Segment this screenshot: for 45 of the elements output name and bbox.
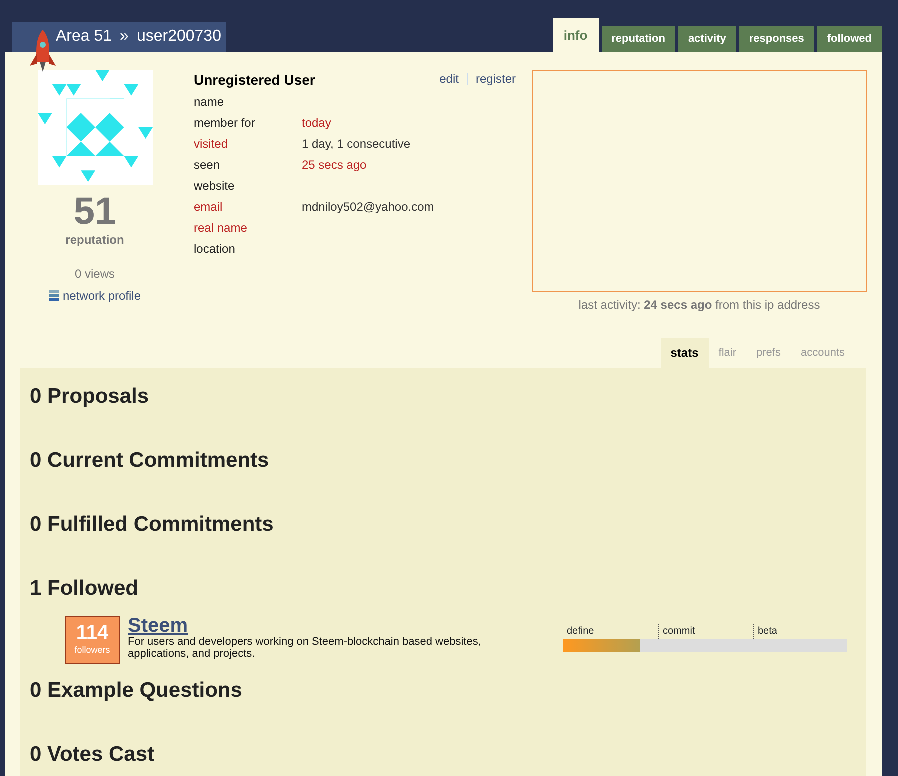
nav-tab[interactable]: info [552, 18, 599, 52]
stack-icon [48, 290, 59, 302]
field-value: today [302, 114, 332, 132]
field-label: name [194, 94, 226, 110]
sub-tab[interactable]: prefs [746, 338, 791, 368]
nav-tab[interactable]: responses [739, 26, 814, 52]
section-heading: 0 Votes Cast [30, 742, 156, 768]
stage-label: define [566, 625, 596, 639]
nav-tab[interactable]: activity [678, 26, 736, 52]
reputation-score: 51 [74, 193, 116, 231]
nav-tab[interactable]: followed [817, 26, 882, 52]
last-activity-text: last activity: 24 secs ago from this ip address [578, 297, 822, 314]
sub-tab[interactable]: flair [708, 338, 746, 368]
avatar-icon [38, 70, 152, 185]
section-heading: 1 Followed [30, 576, 140, 602]
field-label: real name [194, 220, 248, 236]
section-heading: 0 Fulfilled Commitments [30, 512, 275, 538]
sub-tab[interactable]: accounts [790, 338, 855, 368]
rocket-icon [30, 30, 56, 74]
proposal-description: For users and developers working on Steem-blockchain based websites, applications, and projects. [128, 636, 482, 660]
section-heading: 0 Proposals [30, 384, 150, 410]
field-label: visited [194, 136, 230, 152]
action-link[interactable]: edit [440, 70, 459, 88]
section-heading: 0 Current Commitments [30, 448, 270, 474]
views-count: 0 views [74, 266, 115, 283]
action-link[interactable]: register [476, 70, 516, 88]
field-value: mdniloy502@yahoo.com [302, 198, 434, 216]
follower-count-badge: 114 followers [65, 616, 120, 664]
site-link[interactable]: Area 51 [56, 28, 112, 45]
field-label: website [194, 178, 236, 194]
reputation-label: reputation [66, 232, 124, 249]
nav-tab[interactable]: reputation [602, 26, 676, 52]
section-heading: 0 Example Questions [30, 678, 244, 704]
field-value: 1 day, 1 consecutive [302, 136, 411, 152]
network-profile-link[interactable]: network profile [62, 287, 142, 305]
proposal-link[interactable]: Steem [128, 616, 528, 636]
field-label: member for [194, 114, 256, 132]
sub-tab[interactable]: stats [660, 338, 709, 368]
field-label: email [194, 198, 224, 216]
field-value: 25 secs ago [302, 156, 367, 174]
user-name: user200730 [136, 28, 222, 45]
field-label: location [194, 240, 236, 258]
breadcrumb-separator: » [120, 28, 129, 45]
display-name: Unregistered User [194, 71, 316, 90]
field-label: seen [194, 156, 222, 174]
